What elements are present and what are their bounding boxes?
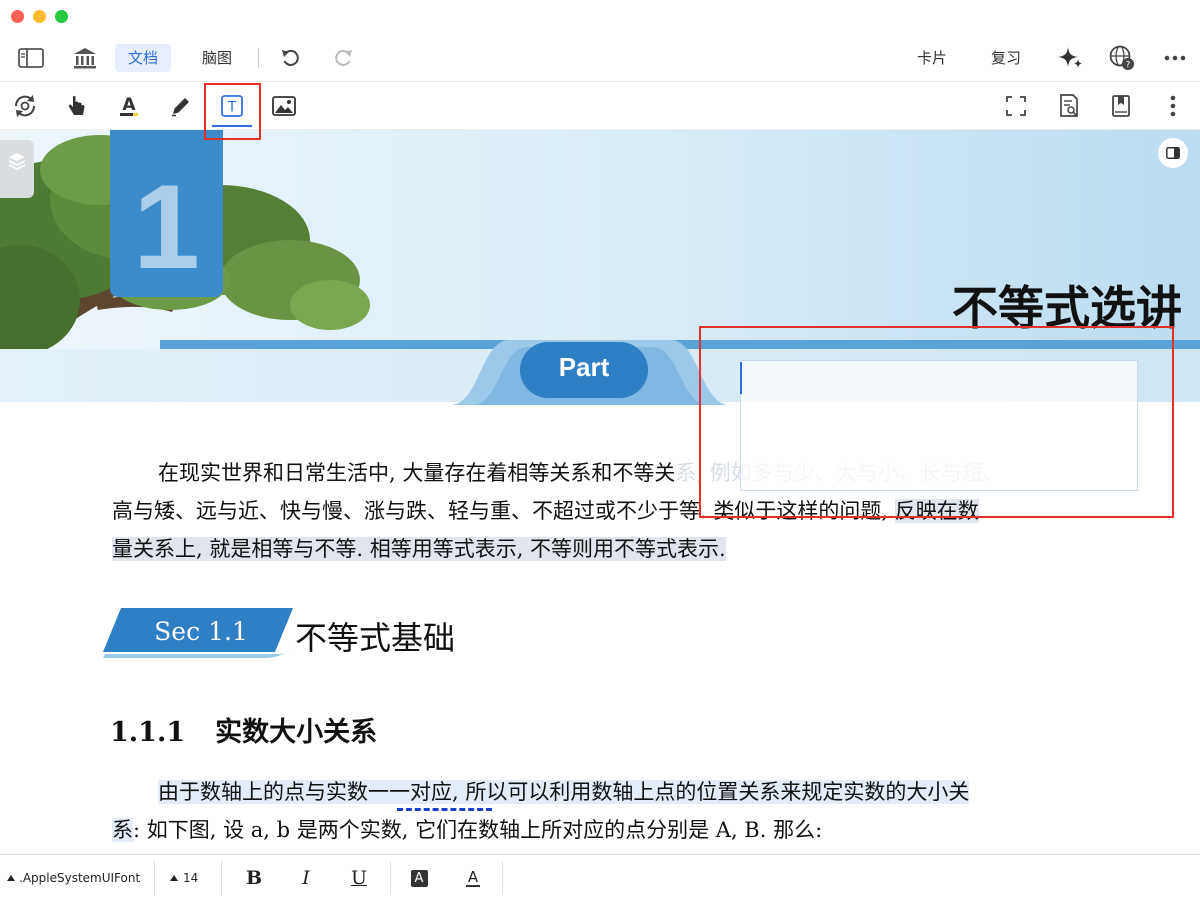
bold-button[interactable]: B (237, 863, 271, 893)
sidebar-toggle-icon[interactable] (16, 44, 46, 72)
format-divider (502, 861, 503, 895)
caret-up-icon (170, 875, 178, 881)
more-vertical-icon[interactable] (1158, 92, 1188, 120)
font-family-selector[interactable]: .AppleSystemUIFont (6, 855, 140, 900)
subsection-heading: 1.1.1 实数大小关系 (110, 710, 377, 749)
chapter-number: 1 (133, 160, 200, 294)
caret-up-icon (7, 875, 15, 881)
close-window-button[interactable] (11, 10, 24, 23)
dashed-underline-annotation (397, 808, 492, 811)
svg-text:?: ? (1126, 61, 1131, 71)
format-divider (390, 861, 391, 895)
more-horizontal-icon[interactable] (1160, 44, 1190, 72)
layers-icon (8, 153, 26, 170)
part-label: Part (558, 352, 610, 382)
pointer-hand-icon[interactable] (62, 92, 92, 120)
svg-text:A: A (122, 95, 136, 115)
web-help-icon[interactable]: ? (1107, 44, 1137, 72)
review-button[interactable]: 复习 (991, 44, 1021, 72)
layers-button[interactable] (0, 140, 34, 198)
fullscreen-icon[interactable] (1001, 92, 1031, 120)
para2-line1-c: , 所以可以利用数轴上点的位置关系来规定实数的大小关 (452, 780, 970, 804)
para2-one-to-one: 一一对应 (368, 780, 452, 804)
format-bar: .AppleSystemUIFont 14 B I U A A (0, 854, 1200, 900)
side-panel-button[interactable] (1158, 138, 1188, 168)
undo-icon[interactable] (276, 44, 306, 72)
document-search-icon[interactable] (1054, 92, 1084, 120)
image-tool-icon[interactable] (269, 92, 299, 120)
chapter-number-box: 1 (110, 130, 223, 297)
subsection-number: 1.1.1 (110, 717, 186, 748)
toolbar-divider (258, 48, 259, 68)
para2-line1-a: 由于数轴上的点与实数 (158, 780, 368, 804)
format-divider (154, 861, 155, 895)
section-badge-label: Sec 1.1 (154, 617, 248, 646)
highlight-box-textbox-tool (204, 83, 261, 140)
cards-button[interactable]: 卡片 (917, 44, 947, 72)
pencil-icon[interactable] (166, 92, 196, 120)
minimize-window-button[interactable] (33, 10, 46, 23)
para1-line1: 在现实世界和日常生活中, 大量存在着相等关系和不等关 (158, 461, 676, 485)
para1-line3-highlight: 量关系上, 就是相等与不等. 相等用等式表示, 不等则用不等式表示. (112, 537, 726, 561)
redo-icon[interactable] (328, 44, 358, 72)
para2-line2-b: : 如下图, 设 a, b 是两个实数, 它们在数轴上所对应的点分别是 A, B… (133, 818, 823, 842)
text-color-button[interactable]: A (456, 863, 490, 893)
bookmark-book-icon[interactable] (1106, 92, 1136, 120)
body-paragraph: 由于数轴上的点与实数一一对应, 所以可以利用数轴上点的位置关系来规定实数的大小关… (112, 773, 1092, 849)
font-size-selector[interactable]: 14 (169, 855, 198, 900)
italic-button[interactable]: I (289, 863, 323, 893)
highlight-icon: A (410, 869, 428, 887)
main-toolbar: 文档 脑图 卡片 复习 ? (0, 34, 1200, 82)
text-highlight-icon[interactable]: A (114, 92, 144, 120)
text-color-icon: A (465, 868, 481, 887)
annotation-toolbar: A T (0, 82, 1200, 130)
subsection-title: 实数大小关系 (215, 717, 378, 748)
highlight-button[interactable]: A (402, 863, 436, 893)
sync-settings-icon[interactable] (10, 92, 40, 120)
section-title: 不等式基础 (295, 619, 456, 657)
para2-line2-a: 系 (112, 818, 133, 842)
tab-document[interactable]: 文档 (115, 44, 172, 72)
font-family-value: .AppleSystemUIFont (19, 871, 141, 885)
title-bar (0, 0, 1200, 34)
highlight-box-inserted-textbox (699, 326, 1174, 518)
ai-sparkle-icon[interactable] (1056, 44, 1086, 72)
underline-button[interactable]: U (342, 863, 376, 893)
library-icon[interactable] (70, 44, 100, 72)
font-size-value: 14 (183, 871, 199, 885)
format-divider (221, 861, 222, 895)
maximize-window-button[interactable] (55, 10, 68, 23)
tab-mindmap[interactable]: 脑图 (189, 44, 245, 72)
side-panel-icon (1166, 147, 1180, 159)
